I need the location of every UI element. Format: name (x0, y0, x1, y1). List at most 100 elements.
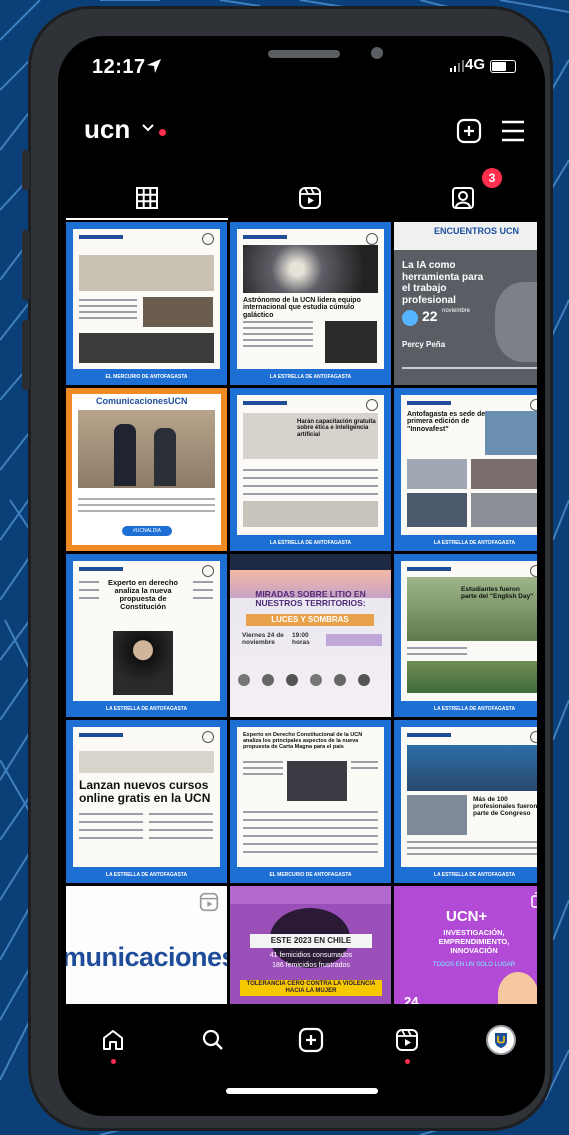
post-2[interactable]: Astrónomo de la UCN lidera equipo intern… (230, 222, 391, 385)
galaxy-photo (243, 245, 378, 293)
post-headline: Lanzan nuevos cursos online gratis en la… (79, 778, 211, 805)
post-headline: Antofagasta es sede de primera edición d… (407, 411, 486, 433)
nav-reels[interactable] (392, 1025, 422, 1055)
chevron-down-icon[interactable] (142, 124, 154, 132)
reels-icon (299, 187, 321, 209)
post-1[interactable]: EL MERCURIO DE ANTOFAGASTA (66, 222, 227, 385)
home-activity-dot (111, 1059, 116, 1064)
post-title: MIRADAS SOBRE LITIO EN NUESTROS TERRITOR… (255, 589, 366, 609)
avatar (486, 1025, 516, 1055)
post-subtitle: LUCES Y SOMBRAS (246, 614, 374, 626)
home-icon (103, 1030, 123, 1050)
post-footer: LA ESTRELLA DE ANTOFAGASTA (433, 872, 516, 878)
stat-line-1: 41 femicidios consumados (269, 952, 353, 959)
nav-create[interactable] (296, 1025, 326, 1055)
newspaper-clipping: Estudiantes fueron parte del "English Da… (401, 561, 537, 701)
photo (79, 255, 214, 291)
photo (287, 761, 347, 801)
grid-icon (136, 187, 158, 209)
event-time: 19:00 horas (292, 632, 310, 646)
post-headline: Experto en derecho analiza la nueva prop… (107, 578, 179, 611)
post-3[interactable]: ENCUENTROS UCN La IA como herramienta pa… (394, 222, 537, 385)
post-6[interactable]: Antofagasta es sede de primera edición d… (394, 388, 537, 551)
newspaper-clipping: Experto en Derecho Constitucional de la … (237, 727, 384, 867)
post-10[interactable]: Lanzan nuevos cursos online gratis en la… (66, 720, 227, 883)
status-time: 12:17 (92, 56, 146, 78)
post-9[interactable]: Estudiantes fueron parte del "English Da… (394, 554, 537, 717)
post-7[interactable]: Experto en derecho analiza la nueva prop… (66, 554, 227, 717)
tab-tagged[interactable] (382, 176, 544, 220)
photo-portrait (113, 631, 173, 695)
newspaper-clipping: Harán capacitación gratuita sobre ética … (237, 395, 384, 535)
post-title: ESTE 2023 EN CHILE (250, 934, 372, 948)
nav-search[interactable] (198, 1025, 228, 1055)
hashtag-pill: #UCNALDIA (122, 526, 172, 536)
username-switcher[interactable]: ucn (84, 114, 130, 145)
reels-nav-icon (396, 1029, 418, 1051)
brand-label: ENCUENTROS UCN (434, 226, 520, 236)
phone-volume-up (22, 230, 30, 300)
post-5[interactable]: Harán capacitación gratuita sobre ética … (230, 388, 391, 551)
post-footer: EL MERCURIO DE ANTOFAGASTA (269, 872, 352, 878)
post-11[interactable]: Experto en Derecho Constitucional de la … (230, 720, 391, 883)
post-headline: Estudiantes fueron parte del "English Da… (461, 586, 534, 600)
newspaper-clipping: Lanzan nuevos cursos online gratis en la… (73, 727, 220, 867)
event-day: 24 (404, 994, 419, 1004)
phone-volume-down (22, 320, 30, 390)
post-header: ComunicacionesUCN (96, 396, 188, 406)
post-footer: LA ESTRELLA DE ANTOFAGASTA (269, 374, 352, 380)
profile-tabs: 3 (58, 168, 545, 220)
notification-dot (159, 129, 166, 136)
bottom-navigation (58, 1011, 545, 1071)
new-post-icon[interactable] (456, 118, 482, 144)
home-indicator[interactable] (226, 1088, 378, 1094)
post-footer: LA ESTRELLA DE ANTOFAGASTA (105, 706, 188, 712)
network-type: 4G (465, 56, 486, 73)
tagged-icon (452, 187, 474, 209)
tab-posts-grid[interactable] (66, 176, 228, 220)
reel-indicator-icon (199, 892, 219, 912)
ucn-logo-icon (495, 1033, 507, 1048)
post-13-reel[interactable]: municacionesUC (66, 886, 227, 1004)
newspaper-clipping: Más de 100 profesionales fueron parte de… (401, 727, 537, 867)
create-icon (298, 1027, 324, 1053)
posts-grid: EL MERCURIO DE ANTOFAGASTA Astrónomo de … (66, 222, 537, 1004)
newspaper-clipping: Antofagasta es sede de primera edición d… (401, 395, 537, 535)
search-icon (202, 1029, 223, 1050)
tab-reels[interactable] (229, 176, 391, 220)
photo (485, 411, 537, 455)
photo (143, 297, 213, 327)
photo (325, 321, 377, 363)
post-footer: EL MERCURIO DE ANTOFAGASTA (105, 374, 188, 380)
menu-icon[interactable] (501, 120, 525, 142)
post-15[interactable]: UCN+ INVESTIGACIÓN, EMPRENDIMIENTO, INNO… (394, 886, 537, 1004)
status-bar: 12:17 4G (58, 36, 545, 106)
reel-text: municacionesUC (66, 942, 227, 972)
dynamic-island-bar (268, 50, 340, 58)
post-title: INVESTIGACIÓN, EMPRENDIMIENTO, INNOVACIÓ… (438, 928, 510, 955)
event-date: Viernes 24 de noviembre (242, 632, 284, 646)
post-headline: Harán capacitación gratuita sobre ética … (297, 419, 376, 438)
photo (407, 661, 537, 693)
photo-two-men (78, 410, 215, 488)
post-8[interactable]: MIRADAS SOBRE LITIO EN NUESTROS TERRITOR… (230, 554, 391, 717)
speaker-name: Percy Peña (402, 340, 446, 349)
nav-profile[interactable] (486, 1025, 516, 1055)
ucn-seal-icon (202, 233, 214, 245)
phone-side-button (22, 150, 30, 190)
post-4[interactable]: ComunicacionesUCN #UCNALDIA (66, 388, 227, 551)
phone-screen: 12:17 4G ucn 3 EL MERCURIO DE ANTOFAGAST… (58, 36, 545, 1116)
event-day: 22 (422, 308, 438, 324)
carousel-indicator-icon (531, 892, 537, 908)
post-headline: Astrónomo de la UCN lidera equipo intern… (243, 297, 361, 319)
nav-home[interactable] (98, 1025, 128, 1055)
campaign-banner: TOLERANCIA CERO CONTRA LA VIOLENCIA HACI… (240, 980, 382, 997)
signal-icon (450, 60, 464, 72)
post-footer: LA ESTRELLA DE ANTOFAGASTA (433, 540, 516, 546)
post-14[interactable]: ESTE 2023 EN CHILE 41 femicidios consuma… (230, 886, 391, 1004)
event-month: noviembre (442, 308, 471, 314)
post-headline: Más de 100 profesionales fueron parte de… (473, 796, 537, 817)
photo (79, 333, 214, 363)
post-headline: Experto en Derecho Constitucional de la … (243, 732, 363, 750)
post-12[interactable]: Más de 100 profesionales fueron parte de… (394, 720, 537, 883)
